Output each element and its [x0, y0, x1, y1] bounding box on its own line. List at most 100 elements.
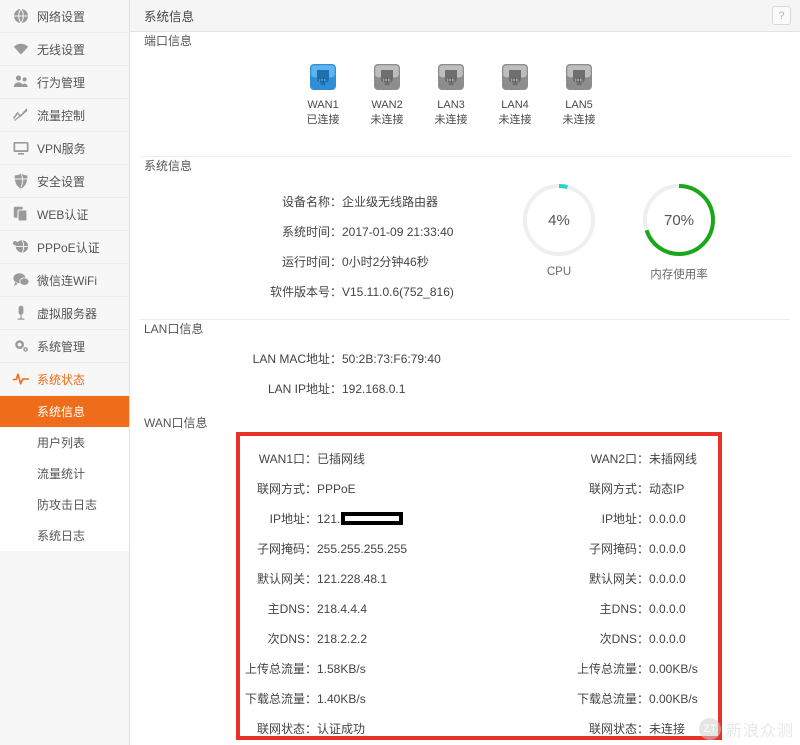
port-wan2[interactable]: WAN2 未连接 — [369, 62, 405, 128]
monitor-icon — [12, 139, 30, 157]
sidebar-item-8[interactable]: 微信连WiFi — [0, 264, 129, 297]
field-value: 1.40KB/s — [317, 692, 366, 706]
field-separator: ： — [305, 572, 318, 586]
port-name: WAN2 — [371, 99, 403, 111]
page-title: 系统信息 — [144, 10, 195, 24]
sidebar-item-4[interactable]: VPN服务 — [0, 132, 129, 165]
copy-icon — [12, 205, 30, 223]
field-label: 默认网关 — [588, 572, 637, 586]
field-value: 0.0.0.0 — [649, 632, 686, 646]
field-label: 联网方式 — [256, 482, 305, 496]
sidebar-subitem-1[interactable]: 用户列表 — [0, 427, 129, 458]
field-label: 默认网关 — [256, 572, 305, 586]
sidebar-item-2[interactable]: 行为管理 — [0, 66, 129, 99]
port-status: 未连接 — [434, 114, 468, 126]
sidebar-item-5[interactable]: 安全设置 — [0, 165, 129, 198]
port-name: LAN3 — [437, 99, 465, 111]
field-value: 未插网线 — [649, 452, 698, 466]
field-separator: ： — [330, 352, 343, 366]
field-separator: ： — [330, 225, 343, 239]
sidebar-item-6[interactable]: WEB认证 — [0, 198, 129, 231]
field-value: 218.2.2.2 — [317, 632, 368, 646]
port-lan4[interactable]: LAN4 未连接 — [497, 62, 533, 128]
sidebar-subitem-4[interactable]: 系统日志 — [0, 520, 129, 551]
field-label: 软件版本号 — [269, 285, 330, 299]
field-separator: ： — [637, 632, 650, 646]
field-separator: ： — [305, 602, 318, 616]
gauge-memory: 70% 内存使用率 — [635, 181, 723, 282]
sidebar-item-11[interactable]: 系统状态 — [0, 363, 129, 396]
port-name: LAN5 — [565, 99, 593, 111]
wan1-info-row: 次DNS： 218.2.2.2 — [130, 624, 465, 654]
panel-header: 系统信息 ? — [130, 0, 800, 32]
port-list: WAN1 已连接 WAN2 未连接 LAN3 未连接 LAN4 未连接 LAN5 未连接 — [130, 48, 800, 128]
sidebar-item-3[interactable]: 流量控制 — [0, 99, 129, 132]
gear-icon — [12, 337, 30, 355]
sidebar-subitem-3[interactable]: 防攻击日志 — [0, 489, 129, 520]
wan1-info-row: 联网方式： PPPoE — [130, 474, 465, 504]
sidebar-item-0[interactable]: 网络设置 — [0, 0, 129, 33]
field-value: 192.168.0.1 — [342, 382, 406, 396]
sidebar-item-label: 微信连WiFi — [37, 273, 97, 288]
wan1-info-row: 子网掩码： 255.255.255.255 — [130, 534, 465, 564]
help-button[interactable]: ? — [772, 6, 791, 25]
wan1-info-row: IP地址： 121. — [130, 504, 465, 534]
shield-globe-icon — [12, 172, 30, 190]
field-label: 次DNS — [599, 632, 637, 646]
port-status: 未连接 — [498, 114, 532, 126]
wan2-info-rows: WAN2口：未插网线 联网方式：动态IP IP地址： 0.0.0.0 子网掩码： 0.0.… — [465, 444, 800, 744]
gauge-cpu: 4% CPU — [515, 181, 603, 282]
field-separator: ： — [637, 512, 650, 526]
wan2-info-row: IP地址： 0.0.0.0 — [465, 504, 800, 534]
gauge-ring-icon: 4% — [520, 181, 598, 259]
sidebar-item-1[interactable]: 无线设置 — [0, 33, 129, 66]
field-value: 0.0.0.0 — [649, 542, 686, 556]
field-separator: ： — [637, 602, 650, 616]
ethernet-port-icon — [372, 62, 402, 92]
gauge-percent: 4% — [548, 211, 570, 229]
port-status: 未连接 — [562, 114, 596, 126]
field-label: WAN1口 — [258, 452, 305, 466]
field-separator: ： — [330, 255, 343, 269]
gauge-group: 4% CPU 70% 内存使用率 — [515, 181, 723, 282]
field-value: 255.255.255.255 — [317, 542, 408, 556]
sidebar-item-label: PPPoE认证 — [37, 240, 100, 255]
sidebar-subitem-2[interactable]: 流量统计 — [0, 458, 129, 489]
field-value: 50:2B:73:F6:79:40 — [342, 352, 441, 366]
sidebar-subitem-0[interactable]: 系统信息 — [0, 396, 129, 427]
field-value: 0.00KB/s — [649, 662, 698, 676]
port-lan5[interactable]: LAN5 未连接 — [561, 62, 597, 128]
port-wan1[interactable]: WAN1 已连接 — [305, 62, 341, 128]
watermark-text: 新浪众测 — [725, 723, 794, 740]
wan-info-section: WAN口信息 WAN1口：已插网线 联网方式： PPPoE IP地址： 121. 子网掩码… — [130, 414, 800, 744]
sidebar-item-label: WEB认证 — [37, 207, 89, 222]
field-label: LAN IP地址 — [267, 382, 330, 396]
globe-icon — [12, 7, 30, 25]
key-globe-icon — [12, 238, 30, 256]
wan2-info-row: 联网方式：动态IP — [465, 474, 800, 504]
people-icon — [12, 73, 30, 91]
sidebar-item-label: 安全设置 — [37, 174, 86, 189]
field-value: 动态IP — [649, 482, 685, 496]
watermark-logo-icon: ZT — [698, 718, 721, 740]
field-separator: ： — [637, 452, 650, 466]
field-separator: ： — [637, 692, 650, 706]
port-lan3[interactable]: LAN3 未连接 — [433, 62, 469, 128]
sidebar-item-9[interactable]: 虚拟服务器 — [0, 297, 129, 330]
port-info-section: 端口信息 WAN1 已连接 WAN2 未连接 LAN3 未连接 LAN4 未连接 LAN5 未连接 — [130, 32, 800, 156]
field-label: IP地址 — [601, 512, 637, 526]
field-label: 主DNS — [599, 602, 637, 616]
field-label: 子网掩码 — [588, 542, 637, 556]
sidebar-item-label: 行为管理 — [37, 75, 86, 90]
sidebar-item-label: 系统状态 — [37, 372, 86, 387]
field-label: 上传总流量 — [576, 662, 637, 676]
sidebar-item-10[interactable]: 系统管理 — [0, 330, 129, 363]
field-value: 企业级无线路由器 — [342, 195, 439, 209]
sidebar-item-7[interactable]: PPPoE认证 — [0, 231, 129, 264]
field-value: 218.4.4.4 — [317, 602, 368, 616]
field-separator: ： — [305, 542, 318, 556]
system-info-section: 系统信息 设备名称：企业级无线路由器 系统时间： 2017-01-09 21:33:… — [130, 157, 800, 319]
wan1-info-row: 上传总流量： 1.58KB/s — [130, 654, 465, 684]
port-status: 已连接 — [306, 114, 340, 126]
ethernet-port-icon — [436, 62, 466, 92]
